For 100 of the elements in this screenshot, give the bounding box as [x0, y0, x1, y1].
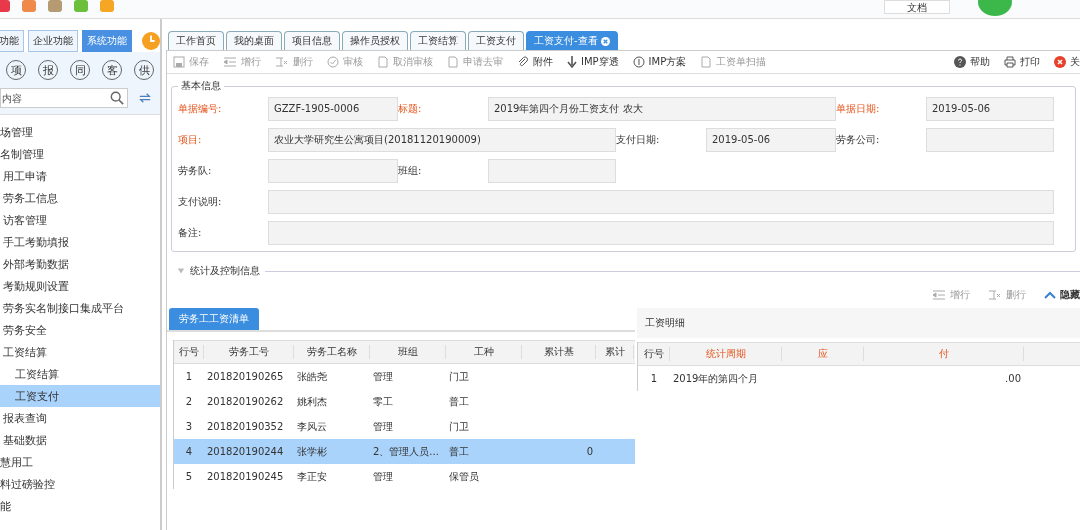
save-icon: [173, 56, 185, 68]
tree-item[interactable]: 料过磅验控: [0, 478, 55, 490]
column-header[interactable]: 劳务工号: [204, 345, 294, 359]
tab[interactable]: 工资支付: [468, 31, 524, 50]
table-row[interactable]: 3 201820190352 李风云 管理 门卫: [174, 414, 635, 439]
column-header[interactable]: 付: [864, 347, 1024, 361]
printer-icon: [1004, 56, 1016, 68]
toolbar-button[interactable]: 附件: [517, 55, 553, 69]
column-header[interactable]: 应: [782, 347, 864, 361]
tree-item[interactable]: 用工申请: [3, 170, 47, 182]
table-cell-text: 3: [184, 421, 194, 432]
app-icon[interactable]: [100, 0, 114, 12]
document-icon: [377, 56, 389, 68]
tree-item[interactable]: 工资结算: [3, 346, 47, 358]
table-cell-text: 2: [184, 396, 194, 407]
delete-row-icon: [988, 289, 1002, 301]
sidebar-tab[interactable]: 企业功能: [28, 30, 78, 52]
table-cell-text: 张学彬: [296, 444, 328, 459]
table-row[interactable]: 4 201820190244 张学彬 2、管理人员... 普工 0: [174, 439, 635, 464]
sidebar-tab[interactable]: 功能: [0, 30, 24, 52]
tree-item[interactable]: 劳务工信息: [3, 192, 58, 204]
tree-item[interactable]: 外部考勤数据: [3, 258, 69, 270]
input-field[interactable]: [488, 159, 616, 183]
input-field[interactable]: [268, 190, 1054, 214]
section-legend: 基本信息: [178, 79, 224, 93]
tree-item[interactable]: 报表查询: [3, 412, 47, 424]
tree-item[interactable]: 能: [0, 500, 11, 512]
table-cell-text: 4: [184, 446, 194, 457]
field-label: 标题:: [398, 102, 423, 116]
tab[interactable]: 项目信息: [284, 31, 340, 50]
toolbar-button[interactable]: IMP方案: [632, 55, 687, 69]
column-header[interactable]: 行号: [174, 345, 204, 359]
column-header[interactable]: 统计周期: [670, 347, 782, 361]
down-arrow-icon: [567, 56, 577, 68]
input-field[interactable]: 2019-05-06: [706, 128, 836, 152]
app-icon[interactable]: [74, 0, 88, 12]
tree-item[interactable]: 名制管理: [0, 148, 44, 160]
tree-item[interactable]: 场管理: [0, 126, 33, 138]
add-row-icon: [932, 289, 946, 301]
toolbar-button[interactable]: 关: [1054, 55, 1080, 69]
input-field[interactable]: 2019-05-06: [926, 97, 1054, 121]
table-row[interactable]: 5 201820190245 李正安 管理 保管员: [174, 464, 635, 489]
tree-item[interactable]: 手工考勤填报: [3, 236, 69, 248]
document-icon: [700, 56, 713, 68]
table-cell-text: 门卫: [448, 419, 470, 434]
tab[interactable]: 我的桌面: [226, 31, 282, 50]
tree-item[interactable]: 劳务实名制接口集成平台: [3, 302, 124, 314]
clock-icon[interactable]: [142, 32, 160, 50]
tab[interactable]: 工作首页: [168, 31, 224, 50]
input-field[interactable]: 农业大学研究生公寓项目(20181120190009): [268, 128, 616, 152]
column-header[interactable]: 累计: [596, 345, 634, 359]
tab[interactable]: 操作员授权: [342, 31, 408, 50]
table-cell-text: 201820190245: [206, 471, 285, 482]
column-header[interactable]: 累计基: [522, 345, 596, 359]
column-header[interactable]: 劳务工名称: [294, 345, 370, 359]
search-icon[interactable]: [110, 91, 124, 105]
column-header[interactable]: 工种: [446, 345, 522, 359]
table-cell-text: .00: [1004, 373, 1022, 384]
tree-item[interactable]: 访客管理: [3, 214, 47, 226]
table-cell-text: 普工: [448, 394, 470, 409]
refresh-icon[interactable]: [138, 92, 152, 104]
collapse-triangle-icon[interactable]: [177, 267, 185, 275]
table-cell-text: 门卫: [448, 369, 470, 384]
app-icon[interactable]: [0, 0, 10, 12]
field-label: 班组:: [398, 164, 423, 178]
tree-item[interactable]: 慧用工: [0, 456, 33, 468]
table-cell-text: 1: [184, 371, 194, 382]
search-field[interactable]: 内容: [0, 88, 128, 108]
table-cell-text: 201820190262: [206, 396, 285, 407]
input-field[interactable]: 2019年第四个月份工资支付 农大: [488, 97, 836, 121]
tree-item[interactable]: 工资支付: [15, 390, 59, 402]
table-cell-text: 管理: [372, 369, 394, 384]
app-icon[interactable]: [48, 0, 62, 12]
table-cell-text: 普工: [448, 444, 470, 459]
table-row[interactable]: 2 201820190262 姚利杰 零工 普工: [174, 389, 635, 414]
input-field[interactable]: [268, 159, 398, 183]
toolbar-button[interactable]: 帮助: [954, 55, 990, 69]
help-icon: [954, 56, 966, 68]
tree-item[interactable]: 考勤规则设置: [3, 280, 69, 292]
table-row[interactable]: 1 201820190265 张皓尧 管理 门卫: [174, 364, 635, 389]
grid-button[interactable]: 隐藏: [1044, 288, 1080, 302]
paperclip-icon: [517, 56, 529, 68]
column-header[interactable]: 行号: [638, 347, 670, 361]
document-button[interactable]: 文档: [884, 0, 950, 14]
column-header[interactable]: 班组: [370, 345, 446, 359]
toolbar-button[interactable]: IMP穿透: [567, 55, 619, 69]
toolbar-button[interactable]: 打印: [1004, 55, 1040, 69]
tree-item[interactable]: 基础数据: [3, 434, 47, 446]
input-field[interactable]: GZZF-1905-0006: [268, 97, 398, 121]
tree-item[interactable]: 工资结算: [15, 368, 59, 380]
section-legend: 统计及控制信息: [190, 264, 260, 278]
table-cell-text: 保管员: [448, 469, 480, 484]
field-label: 支付日期:: [616, 133, 661, 147]
table-cell-text: 201820190244: [206, 446, 285, 457]
tab[interactable]: 工资结算: [410, 31, 466, 50]
input-field[interactable]: [926, 128, 1054, 152]
tree-item[interactable]: 劳务安全: [3, 324, 47, 336]
close-icon[interactable]: [600, 36, 610, 46]
app-icon[interactable]: [22, 0, 36, 12]
input-field[interactable]: [268, 221, 1054, 245]
